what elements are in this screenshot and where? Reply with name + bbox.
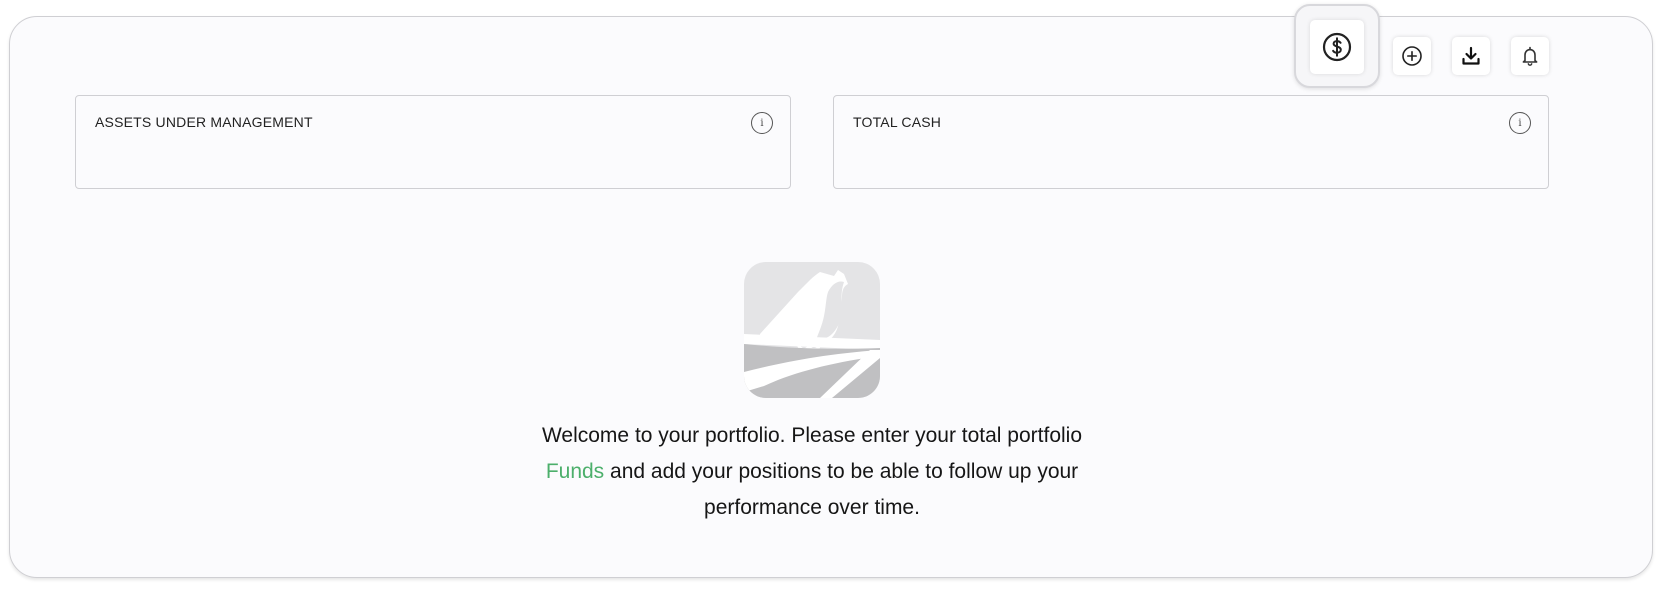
total-cash-card: TOTAL CASH i: [833, 95, 1549, 189]
currency-button[interactable]: [1310, 20, 1364, 74]
download-button[interactable]: [1452, 37, 1490, 75]
welcome-text-end: and add your positions to be able to fol…: [604, 460, 1079, 519]
assets-under-management-card: ASSETS UNDER MANAGEMENT i: [75, 95, 791, 189]
info-icon-glyph: i: [1518, 117, 1522, 129]
dollar-circle-icon: [1322, 32, 1352, 62]
welcome-message: Welcome to your portfolio. Please enter …: [532, 418, 1092, 526]
notifications-button[interactable]: [1511, 37, 1549, 75]
plus-circle-icon: [1402, 46, 1422, 66]
welcome-text-start: Welcome to your portfolio. Please enter …: [541, 424, 1083, 447]
total-cash-label: TOTAL CASH: [853, 114, 942, 130]
bird-logo-icon: [744, 262, 880, 398]
assets-under-management-label: ASSETS UNDER MANAGEMENT: [95, 114, 313, 130]
add-position-button[interactable]: [1393, 37, 1431, 75]
info-icon-glyph: i: [760, 117, 764, 129]
info-icon[interactable]: i: [751, 112, 773, 134]
download-icon: [1462, 46, 1480, 65]
funds-link[interactable]: Funds: [546, 460, 604, 483]
bell-icon: [1522, 46, 1538, 66]
info-icon[interactable]: i: [1509, 112, 1531, 134]
